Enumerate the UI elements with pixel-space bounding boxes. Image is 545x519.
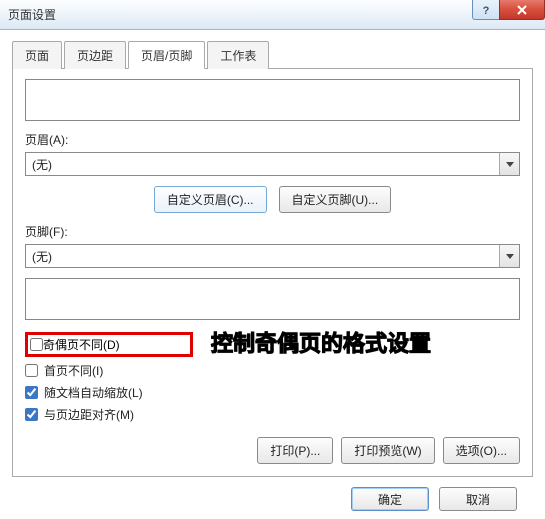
first-page-label: 首页不同(I) [44, 362, 103, 379]
header-select-value: (无) [26, 153, 499, 175]
tab-sheet[interactable]: 工作表 [207, 41, 269, 69]
ok-button[interactable]: 确定 [351, 487, 429, 511]
close-icon [516, 4, 528, 16]
first-page-checkbox[interactable] [25, 364, 38, 377]
panel-buttons-row: 打印(P)... 打印预览(W) 选项(O)... [25, 437, 520, 464]
help-icon: ? [480, 4, 492, 16]
annotation-highlight-box: 奇偶页不同(D) [25, 332, 193, 357]
custom-buttons-row: 自定义页眉(C)... 自定义页脚(U)... [25, 186, 520, 213]
annotation-text: 控制奇偶页的格式设置 [211, 326, 431, 358]
scale-doc-checkbox[interactable] [25, 386, 38, 399]
print-preview-button[interactable]: 打印预览(W) [341, 437, 434, 464]
title-bar: 页面设置 ? [0, 0, 545, 30]
align-margin-checkbox[interactable] [25, 408, 38, 421]
tab-page[interactable]: 页面 [12, 41, 62, 69]
tab-margins[interactable]: 页边距 [64, 41, 126, 69]
tab-strip: 页面 页边距 页眉/页脚 工作表 [12, 40, 533, 69]
header-preview [25, 79, 520, 121]
dialog-content: 页面 页边距 页眉/页脚 工作表 页眉(A): (无) 自定义页眉(C)... … [0, 30, 545, 519]
odd-even-checkbox[interactable] [30, 338, 43, 351]
footer-label: 页脚(F): [25, 223, 520, 240]
checkbox-section: 奇偶页不同(D) 控制奇偶页的格式设置 首页不同(I) 随文档自动缩放(L) 与… [25, 332, 520, 423]
help-button[interactable]: ? [472, 0, 500, 20]
footer-select[interactable]: (无) [25, 244, 520, 268]
footer-select-value: (无) [26, 245, 499, 267]
window-title: 页面设置 [8, 6, 56, 23]
tab-panel: 页眉(A): (无) 自定义页眉(C)... 自定义页脚(U)... 页脚(F)… [12, 69, 533, 477]
odd-even-label: 奇偶页不同(D) [43, 336, 120, 353]
svg-text:?: ? [483, 5, 490, 16]
custom-footer-button[interactable]: 自定义页脚(U)... [279, 186, 392, 213]
scale-doc-label: 随文档自动缩放(L) [44, 384, 143, 401]
print-button[interactable]: 打印(P)... [257, 437, 333, 464]
window-buttons: ? [473, 0, 545, 20]
header-label: 页眉(A): [25, 131, 520, 148]
close-button[interactable] [499, 0, 545, 20]
dialog-buttons: 确定 取消 [12, 477, 533, 511]
cancel-button[interactable]: 取消 [439, 487, 517, 511]
align-margin-label: 与页边距对齐(M) [44, 406, 134, 423]
dropdown-arrow-icon [499, 245, 519, 267]
tab-header-footer[interactable]: 页眉/页脚 [128, 41, 205, 69]
custom-header-button[interactable]: 自定义页眉(C)... [154, 186, 267, 213]
dropdown-arrow-icon [499, 153, 519, 175]
footer-preview [25, 278, 520, 320]
header-select[interactable]: (无) [25, 152, 520, 176]
options-button[interactable]: 选项(O)... [443, 437, 520, 464]
